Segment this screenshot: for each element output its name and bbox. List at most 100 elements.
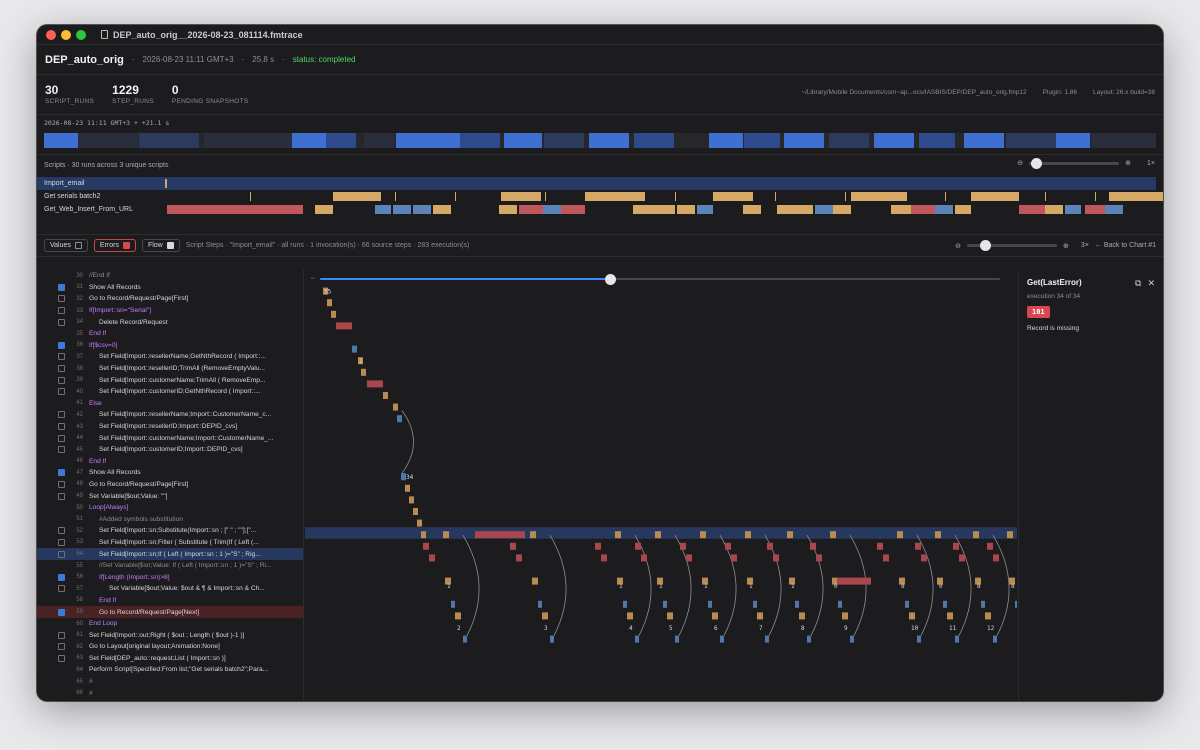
step-execution-block[interactable] bbox=[767, 542, 773, 550]
code-line[interactable]: 55 //Set Variable[$sn;Value: If ( Left ( … bbox=[37, 560, 303, 572]
step-execution-block[interactable] bbox=[757, 612, 763, 620]
lane-run-block[interactable] bbox=[585, 192, 645, 201]
lane-run-block[interactable] bbox=[1019, 205, 1045, 214]
lane-run-block[interactable] bbox=[250, 192, 251, 201]
lane-run-block[interactable] bbox=[1045, 205, 1063, 214]
close-window-button[interactable] bbox=[46, 29, 56, 40]
lane-run-block[interactable] bbox=[561, 205, 585, 214]
code-line[interactable]: 61 Set Field[Import::out;Right ( $out ; L… bbox=[37, 629, 303, 641]
slider-knob[interactable] bbox=[980, 240, 992, 251]
step-execution-block[interactable] bbox=[383, 392, 388, 399]
lane-run-block[interactable] bbox=[545, 192, 546, 201]
close-icon[interactable]: ✕ bbox=[1147, 278, 1155, 289]
step-checkbox[interactable] bbox=[37, 341, 69, 349]
code-line[interactable]: 35 End If bbox=[37, 328, 303, 340]
step-execution-block[interactable] bbox=[655, 531, 661, 539]
code-line[interactable]: 54 Set Field[Import::sn;If ( Left ( Impor… bbox=[37, 548, 303, 560]
minimize-window-button[interactable] bbox=[61, 29, 71, 40]
step-execution-block[interactable] bbox=[915, 542, 921, 550]
lane-run-block[interactable] bbox=[1045, 192, 1046, 201]
code-line[interactable]: 43 Set Field[Import::resellerID;Import::D… bbox=[37, 421, 303, 433]
zoom-out-icon[interactable]: ⊖ bbox=[955, 242, 961, 250]
step-execution-block[interactable] bbox=[905, 600, 909, 608]
lane-run-block[interactable] bbox=[433, 205, 451, 214]
step-execution-block[interactable] bbox=[842, 612, 848, 620]
step-checkbox[interactable] bbox=[37, 631, 69, 639]
lane-run-block[interactable] bbox=[677, 205, 695, 214]
lane-run-block[interactable] bbox=[1065, 205, 1081, 214]
step-checkbox[interactable] bbox=[37, 527, 69, 535]
step-execution-block[interactable] bbox=[725, 542, 731, 550]
step-execution-block[interactable] bbox=[850, 635, 854, 643]
timeline-run-block[interactable] bbox=[744, 133, 780, 148]
code-line[interactable]: 56 If[Length (Import::sn)>8] bbox=[37, 571, 303, 583]
script-row-import-email[interactable]: Import_email bbox=[37, 177, 1156, 190]
values-toggle[interactable]: Values bbox=[44, 239, 88, 252]
timeline-run-block[interactable] bbox=[709, 133, 743, 148]
step-execution-block[interactable] bbox=[455, 612, 461, 620]
lane-run-block[interactable] bbox=[499, 205, 517, 214]
step-checkbox[interactable] bbox=[37, 608, 69, 616]
step-execution-block[interactable] bbox=[953, 542, 959, 550]
timeline-run-block[interactable] bbox=[1056, 133, 1090, 148]
code-line[interactable]: 64 Perform Script[Specified:From list;"Ge… bbox=[37, 664, 303, 676]
slider-knob[interactable] bbox=[1031, 157, 1043, 169]
lane-run-block[interactable] bbox=[1109, 192, 1163, 201]
step-execution-block[interactable] bbox=[981, 600, 985, 608]
lane-run-block[interactable] bbox=[833, 205, 851, 214]
step-checkbox[interactable] bbox=[37, 573, 69, 581]
code-line[interactable]: 50 Loop[Always] bbox=[37, 502, 303, 514]
step-execution-block[interactable] bbox=[897, 531, 903, 539]
step-execution-block[interactable] bbox=[352, 345, 357, 353]
timeline-run-block[interactable] bbox=[504, 133, 542, 148]
timeline-run-block[interactable] bbox=[964, 133, 1004, 148]
step-checkbox[interactable] bbox=[37, 492, 69, 500]
step-execution-block[interactable] bbox=[601, 554, 607, 562]
step-checkbox[interactable] bbox=[37, 376, 69, 384]
step-execution-block[interactable] bbox=[993, 554, 999, 562]
script-row-get-web-insert[interactable]: Get_Web_Insert_From_URL bbox=[37, 203, 1156, 216]
code-line[interactable]: 36 If[$csv=0] bbox=[37, 340, 303, 352]
step-execution-block[interactable] bbox=[1015, 600, 1017, 608]
flow-toggle[interactable]: Flow bbox=[141, 239, 180, 252]
step-execution-block[interactable] bbox=[635, 542, 641, 550]
step-execution-block[interactable] bbox=[663, 600, 667, 608]
timeline-run-block[interactable] bbox=[1006, 133, 1056, 148]
step-execution-block[interactable] bbox=[475, 531, 525, 539]
step-checkbox[interactable] bbox=[37, 365, 69, 373]
code-line[interactable]: 39 Set Field[Import::customerName;TrimAll… bbox=[37, 374, 303, 386]
lane-run-block[interactable] bbox=[333, 192, 381, 201]
timeline-run-block[interactable] bbox=[292, 133, 326, 148]
step-execution-block[interactable] bbox=[773, 554, 779, 562]
errors-toggle[interactable]: Errors bbox=[93, 239, 136, 252]
lane-run-block[interactable] bbox=[845, 192, 846, 201]
lane-run-block[interactable] bbox=[633, 205, 675, 214]
step-execution-block[interactable] bbox=[405, 484, 410, 492]
step-checkbox[interactable] bbox=[37, 388, 69, 396]
step-checkbox[interactable] bbox=[37, 550, 69, 558]
step-execution-block[interactable] bbox=[530, 531, 536, 539]
step-execution-block[interactable] bbox=[615, 531, 621, 539]
code-line[interactable]: 44 Set Field[Import::customerName;Import:… bbox=[37, 432, 303, 444]
step-checkbox[interactable] bbox=[37, 307, 69, 315]
step-checkbox[interactable] bbox=[37, 480, 69, 488]
step-checkbox[interactable] bbox=[37, 411, 69, 419]
timeline-run-block[interactable] bbox=[396, 133, 460, 148]
timeline-run-block[interactable] bbox=[78, 133, 138, 148]
lane-run-block[interactable] bbox=[395, 192, 396, 201]
code-line[interactable]: 45 Set Field[Import::customerID;Import::D… bbox=[37, 444, 303, 456]
step-execution-block[interactable] bbox=[712, 612, 718, 620]
step-checkbox[interactable] bbox=[37, 318, 69, 326]
back-to-chart-button[interactable]: ← Back to Chart #1 bbox=[1095, 242, 1156, 249]
step-execution-block[interactable] bbox=[327, 299, 332, 307]
step-execution-block[interactable] bbox=[443, 531, 449, 539]
timeline-run-block[interactable] bbox=[460, 133, 500, 148]
step-execution-block[interactable] bbox=[909, 612, 915, 620]
lane-run-block[interactable] bbox=[777, 205, 795, 214]
step-execution-block[interactable] bbox=[745, 531, 751, 539]
zoom-window-button[interactable] bbox=[76, 29, 86, 40]
step-execution-block[interactable] bbox=[1007, 531, 1013, 539]
timeline-run-block[interactable] bbox=[874, 133, 914, 148]
lane-run-block[interactable] bbox=[851, 192, 907, 201]
step-execution-block[interactable] bbox=[935, 531, 941, 539]
